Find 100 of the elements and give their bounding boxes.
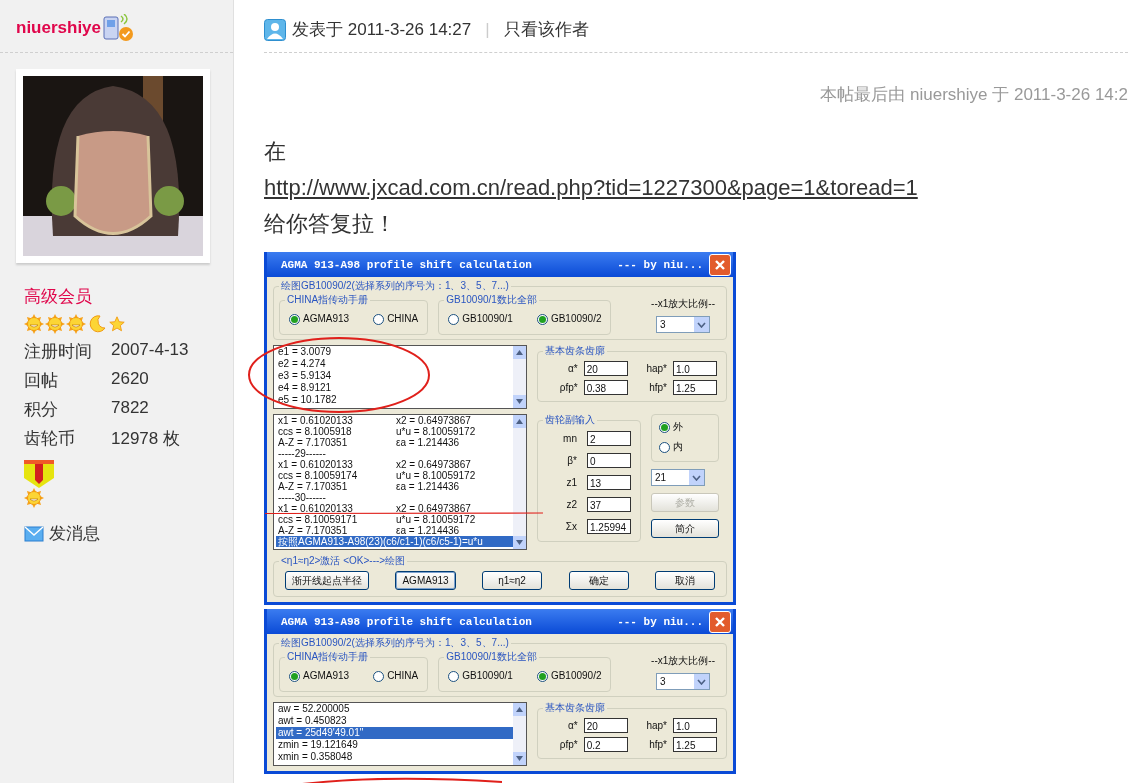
scroll-up-icon[interactable] <box>516 419 523 424</box>
dialog-button[interactable]: η1≈η2 <box>482 571 543 590</box>
input-field[interactable]: 1.25 <box>673 737 717 752</box>
radio-button[interactable]: GB10090/2 <box>536 670 602 682</box>
scroll-down-icon[interactable] <box>516 399 523 404</box>
input-field[interactable]: 37 <box>587 497 631 512</box>
caret-icon <box>697 678 707 685</box>
list-box[interactable]: e1 = 3.0079 e2 = 4.274 e3 = 5.9134 e4 = 8.9121 e5 = 10.1782 <box>273 345 527 409</box>
input-field[interactable]: 0 <box>587 453 631 468</box>
input-field[interactable]: 0.2 <box>583 737 628 752</box>
input-field[interactable]: 0.38 <box>583 380 628 395</box>
field-label: β* <box>566 454 577 467</box>
stat-label: 积分 <box>24 399 59 421</box>
stat-value: 2620 <box>111 369 150 390</box>
dialog-button[interactable]: 取消 <box>654 571 715 590</box>
field-label: ρfp* <box>558 738 578 751</box>
list-item[interactable]: -----30------ <box>276 492 513 503</box>
stat-value: 2007-4-13 <box>111 340 190 361</box>
list-item[interactable]: awt = 0.450823 <box>276 715 513 727</box>
input-field[interactable]: 20 <box>583 361 628 376</box>
list-item[interactable]: ccs = 8.1005918 u*u = 8.10059172 <box>276 426 513 437</box>
dialog-button[interactable]: AGMA913 <box>395 571 456 590</box>
field-label: hap* <box>645 362 667 375</box>
input-field[interactable]: 1.25 <box>673 380 717 395</box>
scroll-up-icon[interactable] <box>516 707 523 712</box>
input-field[interactable]: 2 <box>587 431 631 446</box>
list-box[interactable] <box>273 414 527 550</box>
dialog-button[interactable]: 简介 <box>651 519 719 538</box>
radio-button[interactable]: 内 <box>659 441 711 453</box>
radio-button[interactable]: CHINA <box>373 313 419 325</box>
scrollbar[interactable] <box>513 346 526 408</box>
post-text: 给你答复拉！ <box>264 210 396 238</box>
username-link[interactable]: niuershiye <box>16 18 102 38</box>
dropdown-label: --x1放大比例-- <box>651 298 715 310</box>
close-button[interactable] <box>709 610 731 633</box>
close-button[interactable] <box>709 253 731 276</box>
list-box[interactable]: aw = 52.200005 awt = 0.450823 awt = 25d49'49.01" zmin = 19.121649 xmin = 0.358048 <box>273 702 527 766</box>
list-item[interactable]: zmin = 19.121649 <box>276 739 513 751</box>
scrollbar[interactable] <box>513 703 526 765</box>
list-item[interactable]: e5 = 10.1782 <box>276 394 513 406</box>
close-icon <box>714 615 726 628</box>
scrollbar[interactable] <box>513 415 526 549</box>
list-item[interactable]: xmin = 0.358048 <box>276 751 513 763</box>
group-title: 基本齿条齿廓 <box>544 345 606 357</box>
list-item[interactable]: e2 = 4.274 <box>276 358 513 370</box>
scroll-down-icon[interactable] <box>516 756 523 761</box>
message-link[interactable]: 发消息 <box>49 522 100 545</box>
stat-value: 7822 <box>111 398 150 419</box>
radio-button[interactable]: AGMA913 <box>289 670 350 682</box>
dropdown[interactable]: 3 <box>656 673 711 690</box>
sun-icon <box>45 314 65 334</box>
dialog-button[interactable]: 渐开线起点半径 <box>285 571 369 590</box>
list-item[interactable]: e3 = 5.9134 <box>276 370 513 382</box>
input-field[interactable]: 1.0 <box>673 361 717 376</box>
dialog-button[interactable]: 确定 <box>568 571 629 590</box>
list-item[interactable]: A-Z = 7.170351 εa = 1.214436 <box>276 437 513 448</box>
list-item[interactable]: -----29------ <box>276 448 513 459</box>
window-byline: --- by niu... <box>617 615 703 628</box>
list-item[interactable]: x1 = 0.61020133 x2 = 0.64973867 <box>276 415 513 426</box>
list-item[interactable]: 按照AGMA913-A98(23)(c6/c1-1)(c6/c5-1)=u*u <box>276 536 513 547</box>
radio-button[interactable]: AGMA913 <box>289 313 350 325</box>
field-label: hfp* <box>648 381 667 394</box>
separator: | <box>485 19 490 40</box>
field-label: z2 <box>565 498 577 511</box>
list-item[interactable]: x1 = 0.61020133 x2 = 0.64973867 <box>276 503 513 514</box>
list-item[interactable]: ccs = 8.10059174 u*u = 8.10059172 <box>276 470 513 481</box>
list-item[interactable]: e4 = 8.9121 <box>276 382 513 394</box>
input-field[interactable]: 13 <box>587 475 631 490</box>
list-item[interactable]: e1 = 3.0079 <box>276 346 513 358</box>
radio-button[interactable]: GB10090/2 <box>536 313 602 325</box>
user-rank: 高级会员 <box>24 286 93 308</box>
author-only-link[interactable]: 只看该作者 <box>503 18 589 41</box>
sun-icon <box>66 314 86 334</box>
scroll-up-icon[interactable] <box>516 350 523 355</box>
input-field[interactable]: 1.25994 <box>587 519 631 534</box>
group-title: 绘图GB10090/2(选择系列的序号为：1、3、5、7...) <box>280 637 510 649</box>
dropdown[interactable]: 21 <box>651 469 705 486</box>
dropdown[interactable]: 3 <box>656 316 711 333</box>
field-label: ρfp* <box>558 381 578 394</box>
post-link[interactable]: http://www.jxcad.com.cn/read.php?tid=1227300&page=1&toread=1 <box>264 170 918 206</box>
window-title: AGMA 913-A98 profile shift calculation <box>281 615 533 628</box>
input-field[interactable]: 20 <box>583 718 628 733</box>
window-title: AGMA 913-A98 profile shift calculation <box>281 258 533 271</box>
moon-icon <box>87 314 107 334</box>
radio-button[interactable]: GB10090/1 <box>448 313 513 325</box>
edit-note: 本帖最后由 niuershiye 于 2011-3-26 14:2 <box>820 84 1128 106</box>
envelope-icon <box>24 525 44 542</box>
scroll-down-icon[interactable] <box>516 540 523 545</box>
group-title: 基本齿条齿廓 <box>544 702 606 714</box>
list-item[interactable]: awt = 25d49'49.01" <box>276 727 513 739</box>
list-item[interactable]: A-Z = 7.170351 εa = 1.214436 <box>276 481 513 492</box>
group-title: CHINA指传动手册 <box>286 294 370 306</box>
input-field[interactable]: 1.0 <box>673 718 717 733</box>
list-item[interactable]: ccs = 8.10059171 u*u = 8.10059172 <box>276 514 513 525</box>
radio-button[interactable]: GB10090/1 <box>448 670 513 682</box>
radio-button[interactable]: CHINA <box>373 670 419 682</box>
list-item[interactable]: aw = 52.200005 <box>276 703 513 715</box>
radio-button[interactable]: 外 <box>659 421 711 433</box>
list-item[interactable]: A-Z = 7.170351 εa = 1.214436 <box>276 525 513 536</box>
list-item[interactable]: x1 = 0.61020133 x2 = 0.64973867 <box>276 459 513 470</box>
